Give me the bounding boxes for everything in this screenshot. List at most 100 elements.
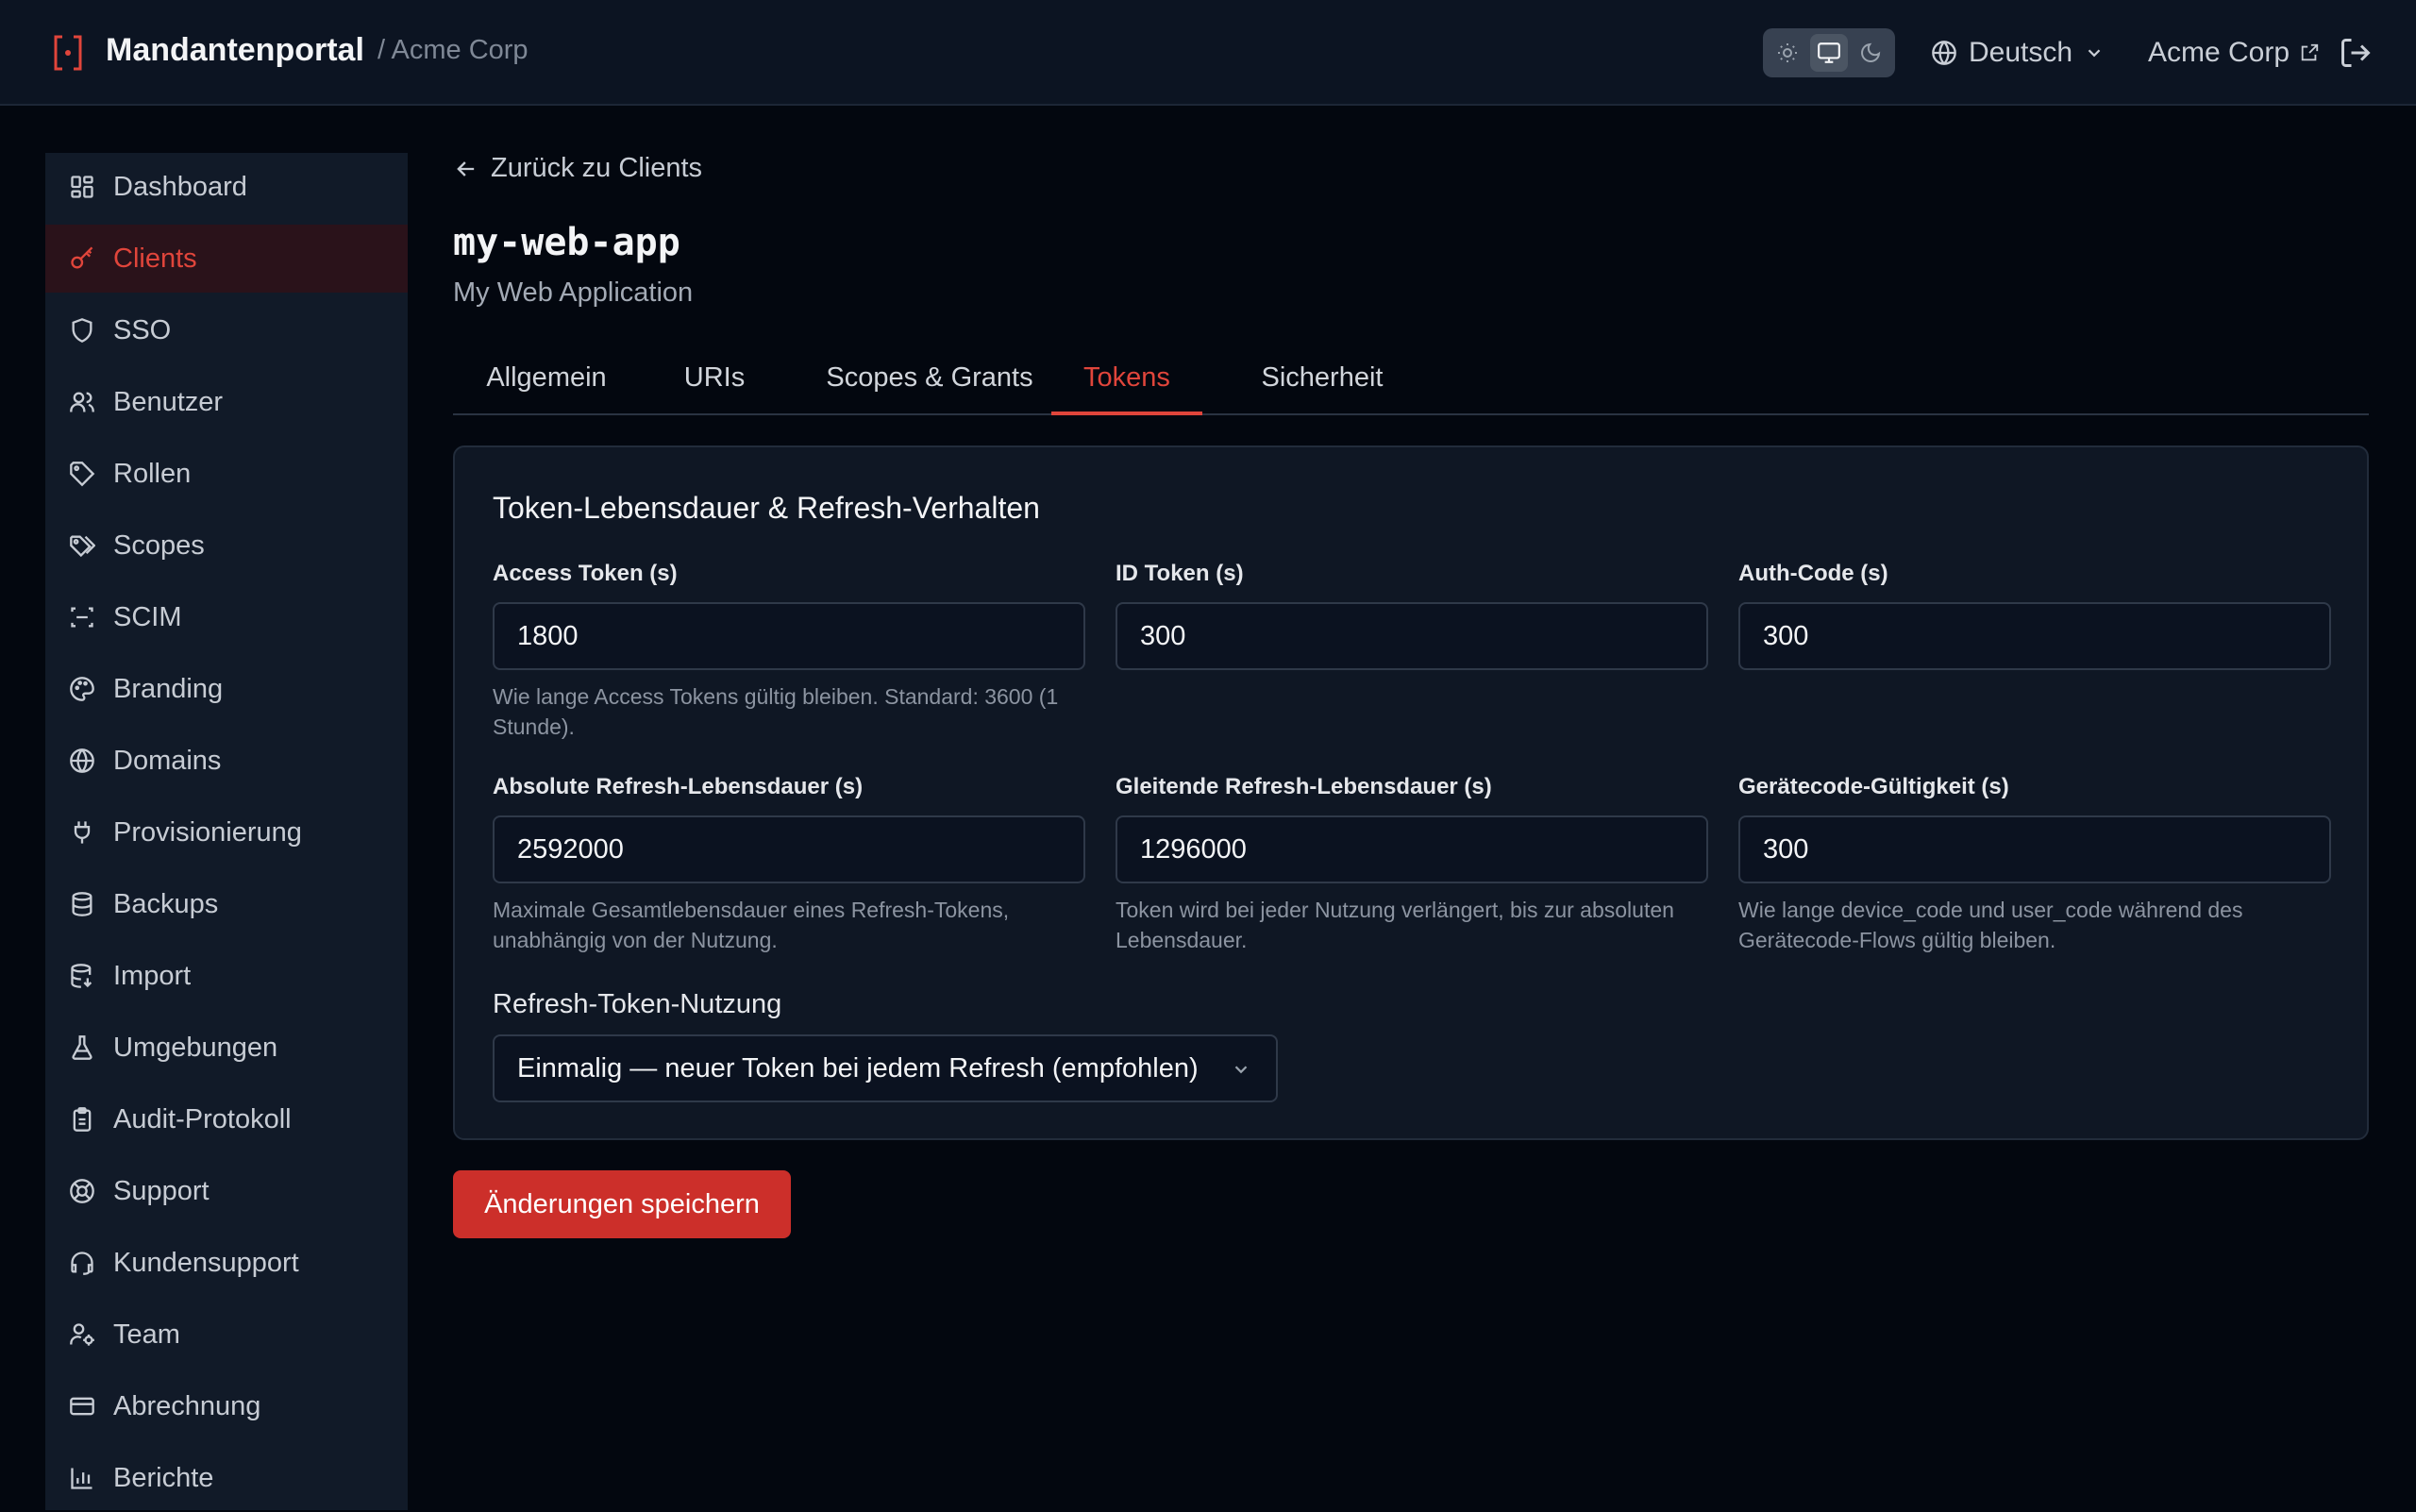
sidebar-item-abrechnung[interactable]: Abrechnung	[45, 1372, 408, 1440]
chevron-down-icon	[2088, 49, 2101, 58]
auth-code-input[interactable]	[1738, 602, 2331, 670]
page-title: my-web-app	[453, 221, 680, 264]
sidebar-item-support[interactable]: Support	[45, 1157, 408, 1225]
sidebar-item-label: Import	[113, 960, 192, 991]
sidebar-item-rollen[interactable]: Rollen	[45, 440, 408, 508]
sidebar-item-berichte[interactable]: Berichte	[45, 1444, 408, 1512]
flask-icon	[68, 1033, 96, 1062]
absolute-refresh-help: Maximale Gesamtlebensdauer eines Refresh…	[493, 898, 1010, 952]
user-cog-icon	[68, 1320, 96, 1349]
sidebar-item-label: Audit-Protokoll	[113, 1103, 292, 1134]
sliding-refresh-help: Token wird bei jeder Nutzung verlängert,…	[1116, 898, 1674, 952]
sidebar-item-backups[interactable]: Backups	[45, 870, 408, 938]
database-icon	[68, 890, 96, 918]
credit-card-icon	[68, 1392, 96, 1420]
sidebar-item-label: Domains	[113, 745, 222, 776]
tags-icon	[68, 531, 96, 560]
language-selector[interactable]: Deutsch	[1931, 32, 2105, 74]
clipboard-icon	[68, 1105, 96, 1134]
sidebar-item-import[interactable]: Import	[45, 942, 408, 1010]
sidebar-item-label: SSO	[113, 314, 172, 345]
access-token-label: Access Token (s)	[493, 561, 678, 586]
plug-icon	[68, 818, 96, 847]
theme-system-button[interactable]	[1810, 34, 1848, 72]
sidebar-item-label: Support	[113, 1175, 210, 1206]
moon-icon	[1861, 42, 1881, 62]
sidebar-item-team[interactable]: Team	[45, 1301, 408, 1369]
tab-allgemein[interactable]: Allgemein	[453, 347, 640, 415]
key-icon	[68, 244, 96, 273]
back-link-label: Zurück zu Clients	[491, 153, 703, 183]
sidebar-item-label: Branding	[113, 673, 224, 704]
access-token-input[interactable]	[493, 602, 1085, 670]
sidebar-item-label: Backups	[113, 888, 219, 919]
tab-sicherheit[interactable]: Sicherheit	[1223, 347, 1421, 415]
refresh-usage-label: Refresh-Token-Nutzung	[493, 989, 782, 1019]
chevron-down-icon	[1234, 1066, 1248, 1074]
sidebar-item-kundensupport[interactable]: Kundensupport	[45, 1229, 408, 1297]
sidebar-item-scim[interactable]: SCIM	[45, 583, 408, 651]
users-icon	[68, 388, 96, 416]
absolute-refresh-input[interactable]	[493, 815, 1085, 883]
sliding-refresh-input[interactable]	[1116, 815, 1708, 883]
id-token-input[interactable]	[1116, 602, 1708, 670]
sidebar-item-benutzer[interactable]: Benutzer	[45, 368, 408, 436]
dashboard-icon	[68, 173, 96, 201]
lifebuoy-icon	[68, 1177, 96, 1205]
refresh-usage-select[interactable]: Einmalig — neuer Token bei jedem Refresh…	[493, 1034, 1278, 1102]
shield-icon	[68, 316, 96, 344]
access-token-help: Wie lange Access Tokens gültig bleiben. …	[493, 684, 1059, 739]
sidebar-item-sso[interactable]: SSO	[45, 296, 408, 364]
device-code-label: Gerätecode-Gültigkeit (s)	[1738, 774, 2009, 799]
sidebar-item-label: Berichte	[113, 1462, 214, 1493]
auth-code-label: Auth-Code (s)	[1738, 561, 1888, 586]
save-changes-button[interactable]: Änderungen speichern	[453, 1170, 791, 1238]
tab-tokens[interactable]: Tokens	[1051, 347, 1202, 415]
sidebar-item-label: SCIM	[113, 601, 182, 632]
theme-switcher	[1763, 28, 1895, 77]
theme-dark-button[interactable]	[1852, 34, 1889, 72]
logout-icon[interactable]	[2339, 36, 2373, 70]
globe-icon	[1932, 41, 1956, 65]
sliding-refresh-label: Gleitende Refresh-Lebensdauer (s)	[1116, 774, 1492, 799]
language-label: Deutsch	[1969, 37, 2073, 68]
sidebar-item-label: Dashboard	[113, 171, 247, 202]
back-to-clients-link[interactable]: Zurück zu Clients	[453, 153, 702, 184]
globe-icon	[68, 747, 96, 775]
tag-icon	[68, 460, 96, 488]
sidebar-item-dashboard[interactable]: Dashboard	[45, 153, 408, 221]
sidebar-item-label: Clients	[113, 243, 197, 274]
external-link-icon	[2301, 43, 2319, 61]
sidebar-item-branding[interactable]: Branding	[45, 655, 408, 723]
organization-name: Acme Corp	[2148, 37, 2290, 68]
sun-icon	[1778, 43, 1797, 62]
device-code-input[interactable]	[1738, 815, 2331, 883]
tab-uris[interactable]: URIs	[668, 347, 761, 415]
sidebar-item-clients[interactable]: Clients	[45, 225, 408, 293]
sidebar-item-label: Team	[113, 1319, 180, 1350]
brand-logo-icon	[54, 35, 82, 71]
tab-bar: Allgemein URIs Scopes & Grants Tokens Si…	[453, 347, 2369, 415]
sidebar-item-label: Umgebungen	[113, 1032, 278, 1063]
sidebar-item-domains[interactable]: Domains	[45, 727, 408, 795]
token-settings-card: Token-Lebensdauer & Refresh-Verhalten Ac…	[453, 445, 2369, 1140]
tenant-breadcrumb: / Acme Corp	[378, 35, 528, 65]
sidebar-item-umgebungen[interactable]: Umgebungen	[45, 1014, 408, 1082]
sidebar-item-audit-protokoll[interactable]: Audit-Protokoll	[45, 1085, 408, 1153]
theme-light-button[interactable]	[1769, 34, 1806, 72]
sidebar-item-provisionierung[interactable]: Provisionierung	[45, 798, 408, 866]
organization-link[interactable]: Acme Corp	[2148, 32, 2320, 74]
app-name[interactable]: Mandantenportal	[106, 32, 364, 69]
refresh-usage-value: Einmalig — neuer Token bei jedem Refresh…	[517, 1052, 1199, 1084]
absolute-refresh-label: Absolute Refresh-Lebensdauer (s)	[493, 774, 864, 799]
sidebar-item-label: Provisionierung	[113, 816, 302, 848]
tab-scopes-grants[interactable]: Scopes & Grants	[791, 347, 1068, 415]
sidebar-item-label: Abrechnung	[113, 1390, 261, 1421]
sidebar-item-label: Benutzer	[113, 386, 224, 417]
sidebar-item-scopes[interactable]: Scopes	[45, 512, 408, 580]
sidebar: Dashboard Clients SSO Benutzer Rollen Sc…	[45, 153, 408, 1510]
sidebar-item-label: Scopes	[113, 529, 205, 561]
device-code-help: Wie lange device_code und user_code währ…	[1738, 898, 2243, 952]
bar-chart-icon	[68, 1464, 96, 1492]
database-import-icon	[68, 962, 96, 990]
